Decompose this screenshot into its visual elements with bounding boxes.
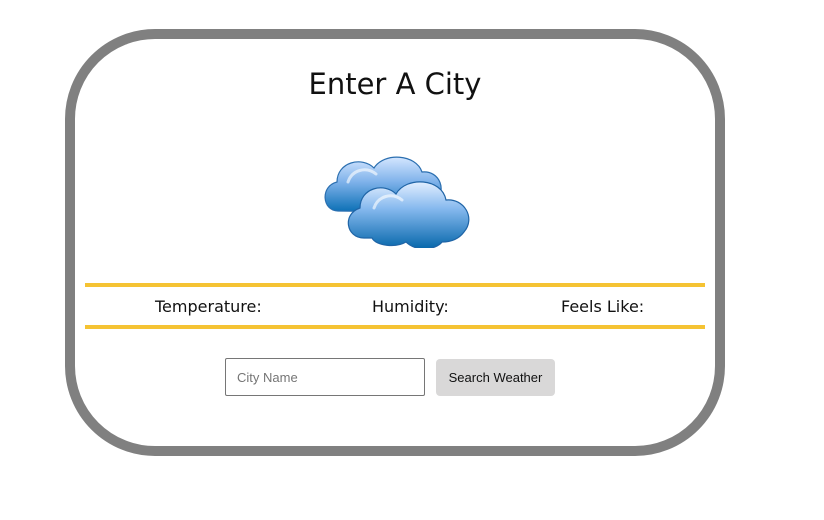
weather-card: Enter A City Temperature: Humidity: Feel… bbox=[65, 29, 725, 456]
feels-like-label: Feels Like: bbox=[561, 297, 645, 316]
divider-bottom bbox=[85, 325, 705, 329]
humidity-label: Humidity: bbox=[372, 297, 449, 316]
city-name-input[interactable] bbox=[225, 358, 425, 396]
clouds-icon bbox=[324, 156, 470, 248]
search-weather-button[interactable]: Search Weather bbox=[436, 359, 555, 396]
page-title: Enter A City bbox=[308, 67, 482, 101]
temperature-label: Temperature: bbox=[155, 297, 262, 316]
divider-top bbox=[85, 283, 705, 287]
